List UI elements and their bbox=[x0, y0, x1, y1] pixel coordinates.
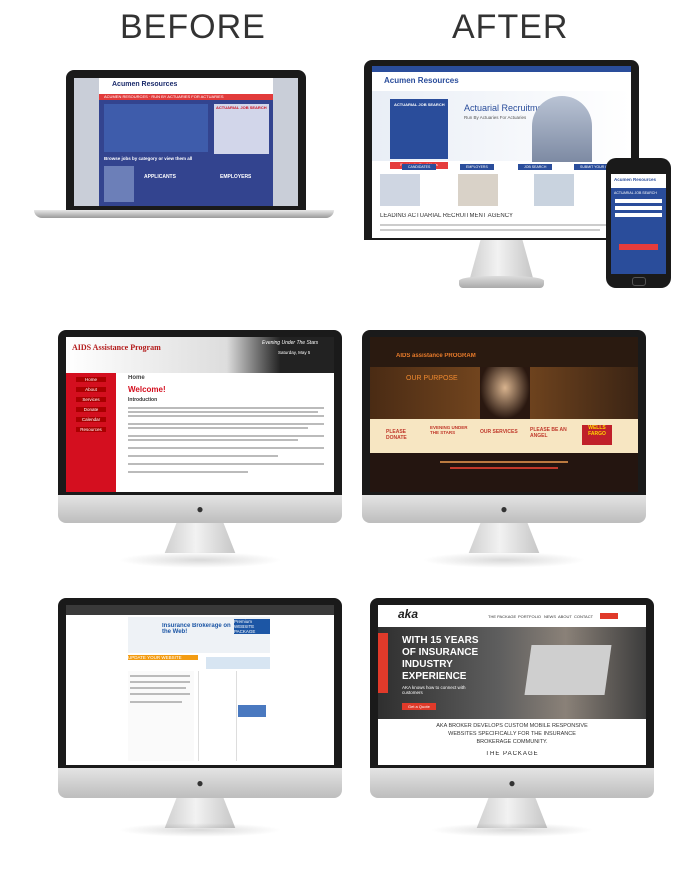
aids-new-cta-3[interactable]: PLEASE BE AN ANGEL bbox=[530, 427, 574, 439]
aids-new-cta-0[interactable]: PLEASE DONATE bbox=[386, 429, 426, 441]
acumen-old-browse: Browse jobs by category or view them all bbox=[104, 156, 193, 161]
aids-new-logo: AIDS assistance PROGRAM bbox=[396, 353, 476, 359]
aka-new-nav-0[interactable]: THE PACKAGE bbox=[488, 614, 516, 619]
aids-new-cta-2[interactable]: OUR SERVICES bbox=[480, 429, 524, 435]
apple-icon: ● bbox=[500, 502, 508, 516]
acumen-mobile-screen: Acumen Resources ACTUARIAL JOB SEARCH bbox=[611, 174, 666, 274]
aka-new-desc-2: WEBSITES SPECIFICALLY FOR THE INSURANCE bbox=[448, 731, 576, 737]
acumen-new-screen: Acumen Resources ACTUARIAL JOB SEARCH Re… bbox=[372, 66, 631, 238]
aids-old-menu-3[interactable]: Donate bbox=[76, 407, 106, 412]
acumen-old-screen: Acumen Resources ACUMEN RESOURCES · RUN … bbox=[74, 78, 298, 206]
laptop-before-acumen: Acumen Resources ACUMEN RESOURCES · RUN … bbox=[34, 70, 334, 225]
aka-new-nav-2[interactable]: NEWS bbox=[544, 614, 556, 619]
aka-old-banner: Insurance Brokerage on the Web! bbox=[162, 623, 231, 635]
monitor-before-aids: AIDS Assistance Program Evening Under Th… bbox=[58, 330, 342, 570]
aka-old-update: UPDATE YOUR WEBSITE bbox=[128, 655, 198, 660]
aka-new-hero-0: WITH 15 YEARS bbox=[402, 635, 479, 646]
acumen-new-tab-2[interactable]: JOB SEARCH bbox=[518, 164, 553, 170]
aids-old-screen: AIDS Assistance Program Evening Under Th… bbox=[66, 337, 334, 492]
acumen-new-tab-1[interactable]: EMPLOYERS bbox=[460, 164, 494, 170]
monitor-after-acumen: Acumen Resources ACTUARIAL JOB SEARCH Re… bbox=[364, 60, 644, 300]
acumen-new-logo: Acumen Resources bbox=[384, 76, 459, 85]
aids-old-home: Home bbox=[128, 375, 145, 381]
aids-old-promo: Evening Under The Stars bbox=[262, 340, 319, 346]
acumen-mobile-search: ACTUARIAL JOB SEARCH bbox=[614, 191, 657, 195]
aids-old-intro: Introduction bbox=[128, 397, 158, 403]
aids-old-menu-0[interactable]: Home bbox=[76, 377, 106, 382]
acumen-new-search-title: ACTUARIAL JOB SEARCH bbox=[394, 102, 445, 107]
aka-new-screen: aka THE PACKAGE PORTFOLIO NEWS ABOUT CON… bbox=[378, 605, 646, 765]
aka-new-desc-1: AKA BROKER DEVELOPS CUSTOM MOBILE RESPON… bbox=[436, 723, 588, 729]
aka-new-cta[interactable]: Get a Quote bbox=[402, 703, 436, 710]
heading-before: BEFORE bbox=[120, 8, 266, 46]
acumen-mobile-logo: Acumen Resources bbox=[614, 177, 657, 182]
acumen-old-logo: Acumen Resources bbox=[112, 81, 178, 88]
apple-icon: ● bbox=[508, 776, 516, 790]
aka-new-hero-3: EXPERIENCE bbox=[402, 671, 467, 682]
aids-new-sponsor[interactable]: WELLS FARGO bbox=[582, 425, 612, 445]
acumen-old-employers: EMPLOYERS bbox=[220, 174, 252, 180]
aids-old-welcome: Welcome! bbox=[128, 385, 166, 394]
aka-new-nav-4[interactable]: CONTACT bbox=[574, 614, 593, 619]
aka-new-hero-1: OF INSURANCE bbox=[402, 647, 479, 658]
aka-new-desc-3: BROKERAGE COMMUNITY. bbox=[476, 739, 548, 745]
apple-icon: ● bbox=[196, 776, 204, 790]
aka-new-hero-2: INDUSTRY bbox=[402, 659, 453, 670]
aka-new-package: THE PACKAGE bbox=[485, 751, 539, 757]
aids-old-menu-2[interactable]: Services bbox=[76, 397, 106, 402]
aids-old-menu-5[interactable]: Resources bbox=[76, 427, 106, 432]
aids-old-menu-4[interactable]: Calendar bbox=[76, 417, 106, 422]
aka-old-screen: Insurance Brokerage on the Web! Premium … bbox=[66, 605, 334, 765]
apple-icon: ● bbox=[196, 502, 204, 516]
monitor-before-aka: Insurance Brokerage on the Web! Premium … bbox=[58, 598, 342, 838]
acumen-new-hero-sub: Run By Actuaries For Actuaries bbox=[464, 115, 527, 120]
acumen-old-applicants: APPLICANTS bbox=[144, 174, 176, 180]
acumen-old-search-title: ACTUARIAL JOB SEARCH bbox=[216, 105, 267, 110]
acumen-old-nav: ACUMEN RESOURCES · RUN BY ACTUARIES FOR … bbox=[104, 94, 224, 99]
heading-after: AFTER bbox=[452, 8, 569, 46]
aids-old-menu-1[interactable]: About bbox=[76, 387, 106, 392]
aka-new-hero-sub: AKA knows how to connect with customers bbox=[402, 685, 466, 695]
phone-after-acumen: Acumen Resources ACTUARIAL JOB SEARCH bbox=[606, 158, 671, 288]
aka-new-nav-1[interactable]: PORTFOLIO bbox=[518, 614, 541, 619]
aka-old-premium: Premium WEBSITE PACKAGE bbox=[234, 619, 270, 634]
aka-new-nav-3[interactable]: ABOUT bbox=[558, 614, 572, 619]
aids-old-logo: AIDS Assistance Program bbox=[72, 343, 161, 352]
acumen-new-tab-0[interactable]: CANDIDATES bbox=[402, 164, 437, 170]
aids-new-cta-1[interactable]: EVENING UNDER THE STARS bbox=[430, 425, 476, 435]
monitor-after-aids: AIDS assistance PROGRAM OUR PURPOSE PLEA… bbox=[362, 330, 646, 570]
aka-new-logo: aka bbox=[398, 607, 419, 621]
acumen-new-agency: LEADING ACTUARIAL RECRUITMENT AGENCY bbox=[380, 213, 514, 219]
aids-old-promo-date: Saturday, May 5 bbox=[278, 350, 311, 355]
monitor-after-aka: aka THE PACKAGE PORTFOLIO NEWS ABOUT CON… bbox=[370, 598, 654, 838]
aids-new-purpose: OUR PURPOSE bbox=[406, 375, 458, 382]
aids-new-screen: AIDS assistance PROGRAM OUR PURPOSE PLEA… bbox=[370, 337, 638, 492]
